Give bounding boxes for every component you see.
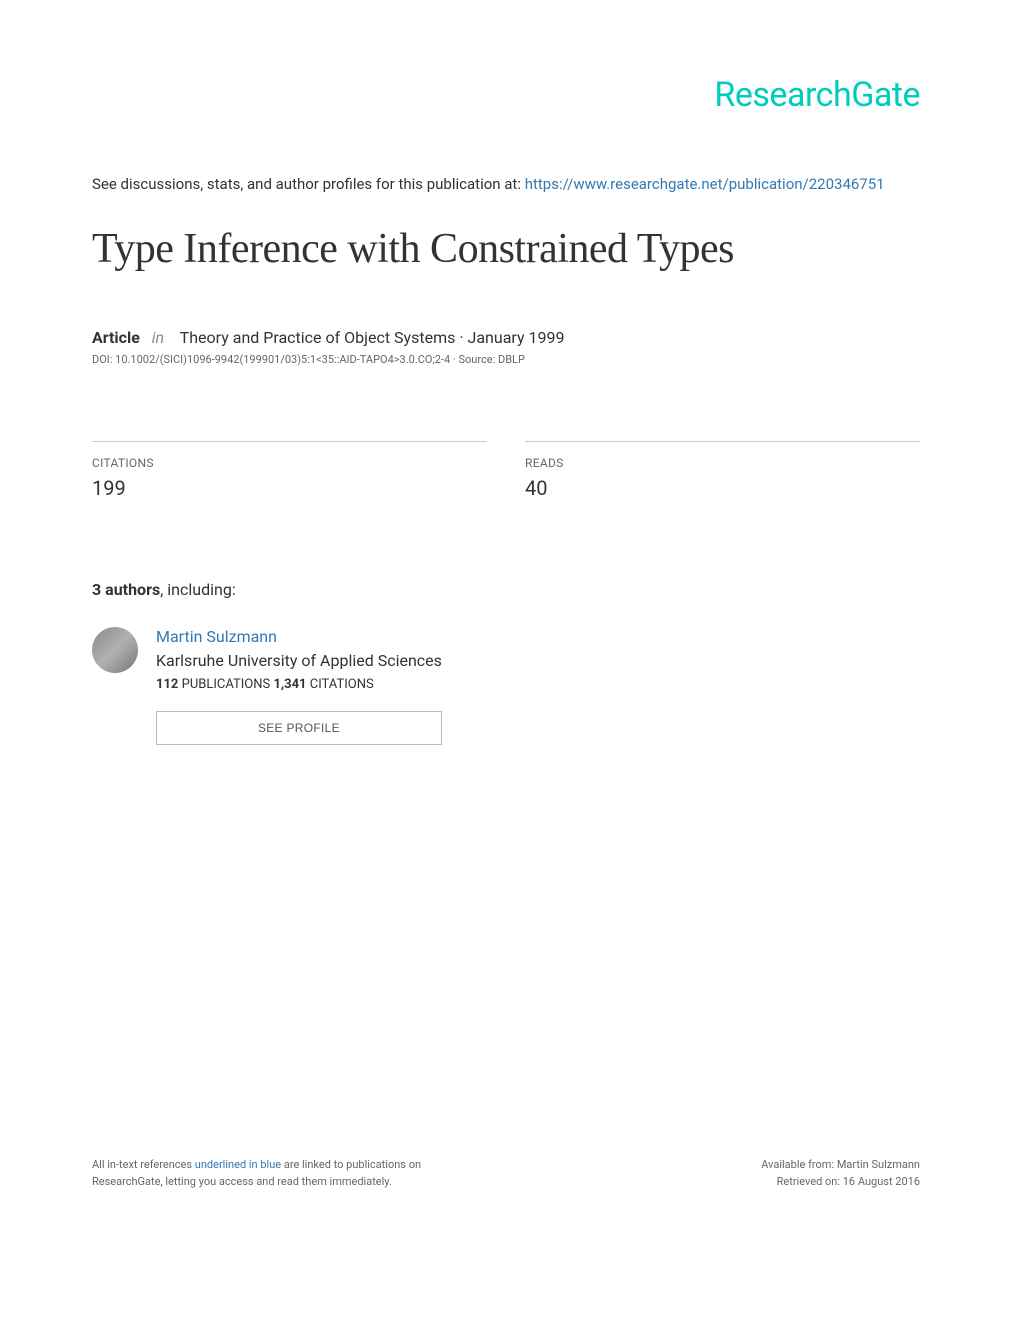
- footer-available-from: Available from: Martin Sulzmann: [761, 1157, 920, 1174]
- footer-right: Available from: Martin Sulzmann Retrieve…: [761, 1157, 920, 1190]
- pubs-label: PUBLICATIONS: [178, 677, 273, 692]
- footer-retrieved-on: Retrieved on: 16 August 2016: [761, 1174, 920, 1191]
- publication-meta: Article in Theory and Practice of Object…: [92, 328, 920, 347]
- footer-left-prefix: All in-text references: [92, 1158, 195, 1171]
- reads-value: 40: [525, 476, 920, 500]
- researchgate-logo: ResearchGate: [92, 75, 920, 115]
- footer-left: All in-text references underlined in blu…: [92, 1157, 492, 1190]
- author-info: Martin Sulzmann Karlsruhe University of …: [156, 627, 442, 745]
- footer-blue-text: underlined in blue: [195, 1158, 281, 1171]
- cites-label: CITATIONS: [307, 677, 374, 692]
- publication-title: Type Inference with Constrained Types: [92, 225, 920, 273]
- see-profile-button[interactable]: SEE PROFILE: [156, 711, 442, 745]
- cites-count: 1,341: [273, 677, 306, 692]
- reads-label: READS: [525, 456, 920, 470]
- author-name-link[interactable]: Martin Sulzmann: [156, 627, 442, 646]
- authors-count: 3 authors: [92, 580, 160, 599]
- author-stats: 112 PUBLICATIONS 1,341 CITATIONS: [156, 677, 442, 692]
- publication-type: Article: [92, 328, 140, 347]
- stats-row: CITATIONS 199 READS 40: [92, 441, 920, 500]
- author-affiliation: Karlsruhe University of Applied Sciences: [156, 651, 442, 670]
- journal-date: Theory and Practice of Object Systems · …: [180, 328, 565, 347]
- in-word: in: [152, 328, 164, 347]
- footer: All in-text references underlined in blu…: [92, 1157, 920, 1190]
- reads-block: READS 40: [525, 441, 920, 500]
- pubs-count: 112: [156, 677, 178, 692]
- citations-value: 199: [92, 476, 487, 500]
- citations-label: CITATIONS: [92, 456, 487, 470]
- discussion-line: See discussions, stats, and author profi…: [92, 175, 920, 193]
- author-block: Martin Sulzmann Karlsruhe University of …: [92, 627, 920, 745]
- doi-line: DOI: 10.1002/(SICI)1096-9942(199901/03)5…: [92, 353, 920, 366]
- author-avatar[interactable]: [92, 627, 138, 673]
- citations-block: CITATIONS 199: [92, 441, 487, 500]
- authors-suffix: , including:: [160, 580, 236, 599]
- discussion-prefix: See discussions, stats, and author profi…: [92, 175, 525, 193]
- publication-url-link[interactable]: https://www.researchgate.net/publication…: [525, 175, 885, 193]
- authors-header: 3 authors, including:: [92, 580, 920, 599]
